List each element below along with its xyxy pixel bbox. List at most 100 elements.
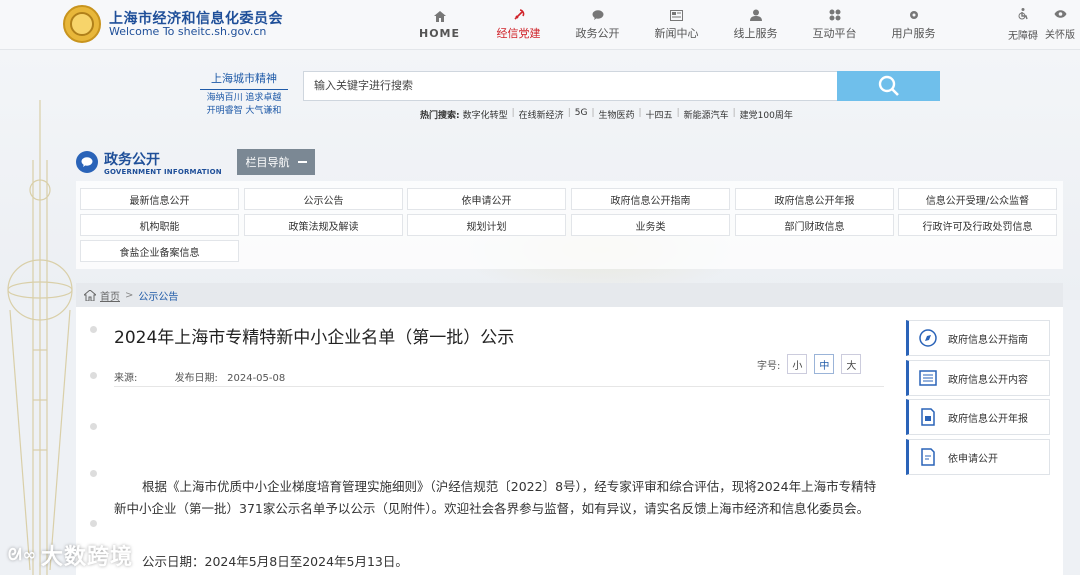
watermark: ᘛ∞ 大数跨境 [8,539,133,571]
font-size-control: 字号: 小 中 大 [757,354,862,374]
category-item[interactable]: 行政许可及行政处罚信息 [898,214,1057,236]
font-size-large-button[interactable]: 大 [841,354,862,374]
main-nav: HOME 经信党建 政务公开 新闻中心 线上服务 互动平台 用户服务 [400,0,953,50]
compass-icon [918,328,938,348]
decorative-dot [90,520,97,527]
category-item[interactable]: 公示公告 [244,188,403,210]
party-emblem-icon [512,9,526,21]
home-icon [433,11,447,23]
nav-label: 新闻中心 [654,27,699,40]
motto-line: 海纳百川 追求卓越 [206,93,282,103]
watermark-text: 大数跨境 [40,545,133,570]
category-item[interactable]: 政府信息公开年报 [735,188,894,210]
nav-user-service[interactable]: 用户服务 [874,0,953,50]
font-size-label: 字号: [757,360,781,372]
publicity-period: 公示日期：2024年5月8日至2024年5月13日。 [142,554,408,569]
column-nav-button[interactable]: 栏目导航 [237,149,315,175]
minus-icon [297,161,307,163]
nav-label: 用户服务 [891,27,936,40]
gear-icon [907,9,921,21]
font-size-medium-button[interactable]: 中 [814,354,835,374]
hot-search: 热门搜索: 数字化转型 | 在线新经济 | 5G | 生物医药 | 十四五 | 新能源汽车… [420,108,793,121]
accessibility-label: 无障碍 [1008,31,1038,42]
nav-label: 政务公开 [575,27,620,40]
user-service-icon [749,9,763,21]
top-header: 上海市经济和信息化委员会 Welcome To sheitc.sh.gov.cn… [0,0,1080,50]
nav-party-building[interactable]: 经信党建 [479,0,558,50]
grid-icon [828,9,842,21]
hot-term[interactable]: 数字化转型 [463,108,508,121]
hot-term[interactable]: 在线新经济 [519,108,564,121]
nav-label: 互动平台 [812,27,857,40]
category-item[interactable]: 部门财政信息 [735,214,894,236]
sidebar-link-annual-report[interactable]: 政府信息公开年报 [906,399,1050,435]
article-meta: 来源: 发布日期: 2024-05-08 [114,369,285,384]
hot-term[interactable]: 生物医药 [598,108,634,121]
eye-icon [1054,9,1067,22]
nav-label: 经信党建 [496,27,541,40]
category-item[interactable]: 政府信息公开指南 [571,188,730,210]
category-item[interactable]: 业务类 [571,214,730,236]
breadcrumb-separator: > [125,289,134,301]
site-url: Welcome To sheitc.sh.gov.cn [109,25,267,38]
sidebar-link-label: 政府信息公开指南 [948,334,1028,346]
category-item[interactable]: 机构职能 [80,214,239,236]
report-icon [918,407,938,427]
sidebar-link-content[interactable]: 政府信息公开内容 [906,360,1050,396]
hot-term[interactable]: 新能源汽车 [684,108,729,121]
hot-search-label: 热门搜索: [420,111,460,121]
category-item[interactable]: 规划计划 [407,214,566,236]
decorative-dot [90,372,97,379]
home-icon [84,289,96,301]
category-item[interactable]: 信息公开受理/公众监督 [898,188,1057,210]
tower-illustration-icon [7,100,73,575]
speech-bubble-icon [76,151,98,173]
search-icon [878,75,899,96]
site-logo[interactable] [63,5,101,43]
category-item[interactable]: 最新信息公开 [80,188,239,210]
sidebar-link-label: 政府信息公开年报 [948,413,1028,425]
sidebar-link-guide[interactable]: 政府信息公开指南 [906,320,1050,356]
category-item[interactable]: 政策法规及解读 [244,214,403,236]
accessibility-button[interactable]: 无障碍 [1003,0,1043,50]
section-subtitle: GOVERNMENT INFORMATION [104,168,222,176]
breadcrumb-home-link[interactable]: 首页 [100,288,120,303]
source-label: 来源: [114,373,138,384]
wheelchair-icon [1017,8,1029,23]
hot-term[interactable]: 5G [575,108,588,121]
breadcrumb-current[interactable]: 公示公告 [138,288,178,303]
hot-term[interactable]: 建党100周年 [740,108,793,121]
category-item[interactable]: 食盐企业备案信息 [80,240,239,262]
decorative-dot [90,423,97,430]
article-title: 2024年上海市专精特新中小企业名单（第一批）公示 [114,328,515,348]
date-label: 发布日期: [174,373,218,384]
search-input[interactable]: 输入关键字进行搜索 [303,71,838,101]
care-mode-button[interactable]: 关怀版 [1040,0,1080,50]
search-button[interactable] [837,71,940,101]
speech-bubble-icon [591,9,605,21]
nav-label: 线上服务 [733,27,778,40]
article-paragraph: 根据《上海市优质中小企业梯度培育管理实施细则》（沪经信规范〔2022〕8号），经… [114,479,877,516]
sidebar-link-label: 政府信息公开内容 [948,374,1028,386]
watermark-logo-icon: ᘛ∞ [8,545,37,564]
motto-title: 上海城市精神 [200,70,288,90]
nav-news[interactable]: 新闻中心 [637,0,716,50]
nav-online-service[interactable]: 线上服务 [716,0,795,50]
nav-interaction[interactable]: 互动平台 [795,0,874,50]
nav-label: HOME [418,26,461,40]
nav-gov-info[interactable]: 政务公开 [558,0,637,50]
hot-term[interactable]: 十四五 [646,108,673,121]
nav-home[interactable]: HOME [400,0,479,50]
sidebar-link-apply[interactable]: 依申请公开 [906,439,1050,475]
newspaper-icon [670,9,684,21]
city-motto: 上海城市精神 海纳百川 追求卓越 开明睿智 大气谦和 [200,70,288,116]
care-label: 关怀版 [1045,30,1075,41]
category-item[interactable]: 依申请公开 [407,188,566,210]
category-grid: 最新信息公开 公示公告 依申请公开 政府信息公开指南 政府信息公开年报 信息公开… [76,181,1063,269]
decorative-dot [90,326,97,333]
decorative-dot [90,470,97,477]
sidebar-link-label: 依申请公开 [948,453,998,465]
edit-form-icon [918,447,938,467]
font-size-small-button[interactable]: 小 [787,354,808,374]
publish-date: 2024-05-08 [227,373,286,384]
